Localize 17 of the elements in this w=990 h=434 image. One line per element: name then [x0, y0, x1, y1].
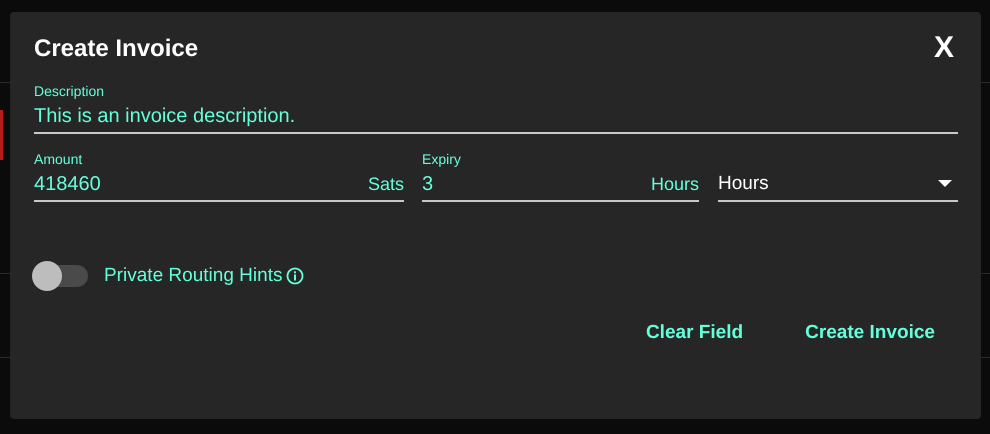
- status-stripe: [0, 110, 3, 160]
- dialog-title: Create Invoice: [34, 34, 198, 64]
- description-field[interactable]: This is an invoice description.: [34, 100, 958, 134]
- unit-label: Sats: [368, 172, 404, 196]
- field-label: Amount: [34, 150, 84, 168]
- unit-dropdown[interactable]: Hours: [718, 168, 958, 202]
- close-button[interactable]: X: [934, 32, 954, 64]
- unit-label: Hours: [650, 172, 699, 196]
- amount-field[interactable]: 418460 Sats: [34, 168, 404, 202]
- caret-icon: [938, 180, 952, 188]
- expiry-field[interactable]: 3 Hours: [422, 168, 699, 202]
- action-button[interactable]: Clear Field: [634, 312, 756, 353]
- field-label: Expiry: [422, 150, 462, 168]
- action-button[interactable]: Create Invoice: [793, 312, 947, 353]
- toggle-label: Private Routing Hints: [104, 264, 282, 288]
- info-icon[interactable]: [286, 267, 304, 286]
- field-label: Description: [34, 82, 106, 100]
